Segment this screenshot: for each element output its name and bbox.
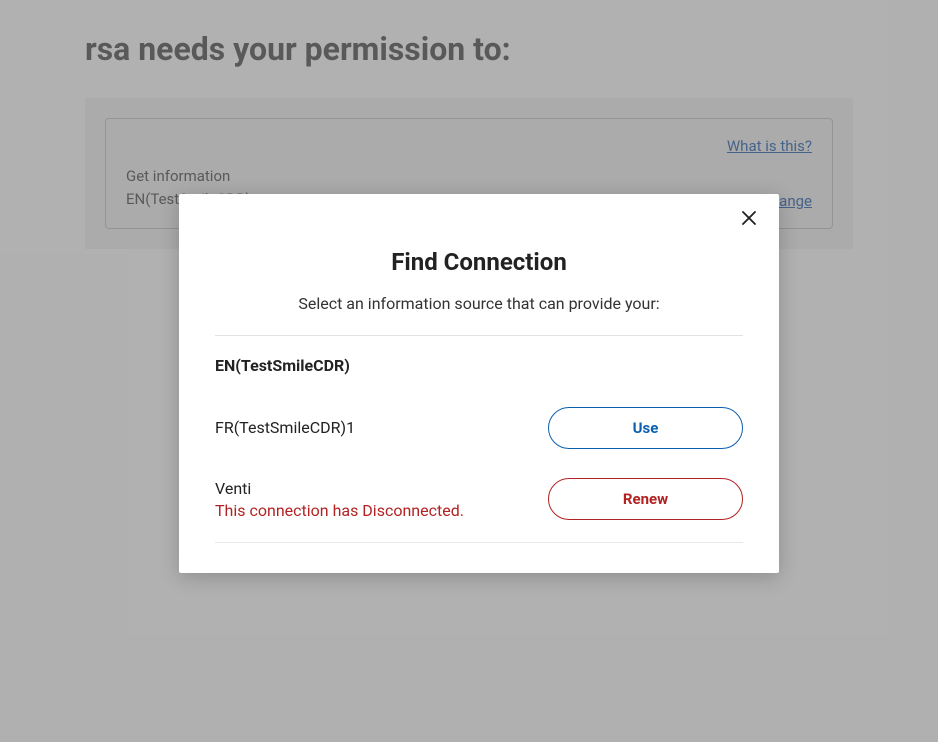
find-connection-modal: Find Connection Select an information so… <box>179 194 779 573</box>
modal-subtitle: Select an information source that can pr… <box>215 294 743 313</box>
modal-title: Find Connection <box>215 248 743 276</box>
connection-name: Venti <box>215 477 464 501</box>
close-button[interactable] <box>737 208 761 232</box>
connection-error: This connection has Disconnected. <box>215 501 464 520</box>
renew-button[interactable]: Renew <box>548 478 743 520</box>
close-icon <box>740 209 758 231</box>
connection-name: FR(TestSmileCDR)1 <box>215 416 355 440</box>
group-heading: EN(TestSmileCDR) <box>215 356 743 375</box>
connection-row: Venti This connection has Disconnected. … <box>215 467 743 543</box>
use-button[interactable]: Use <box>548 407 743 449</box>
divider <box>215 335 743 336</box>
connection-row: FR(TestSmileCDR)1 Use <box>215 397 743 467</box>
